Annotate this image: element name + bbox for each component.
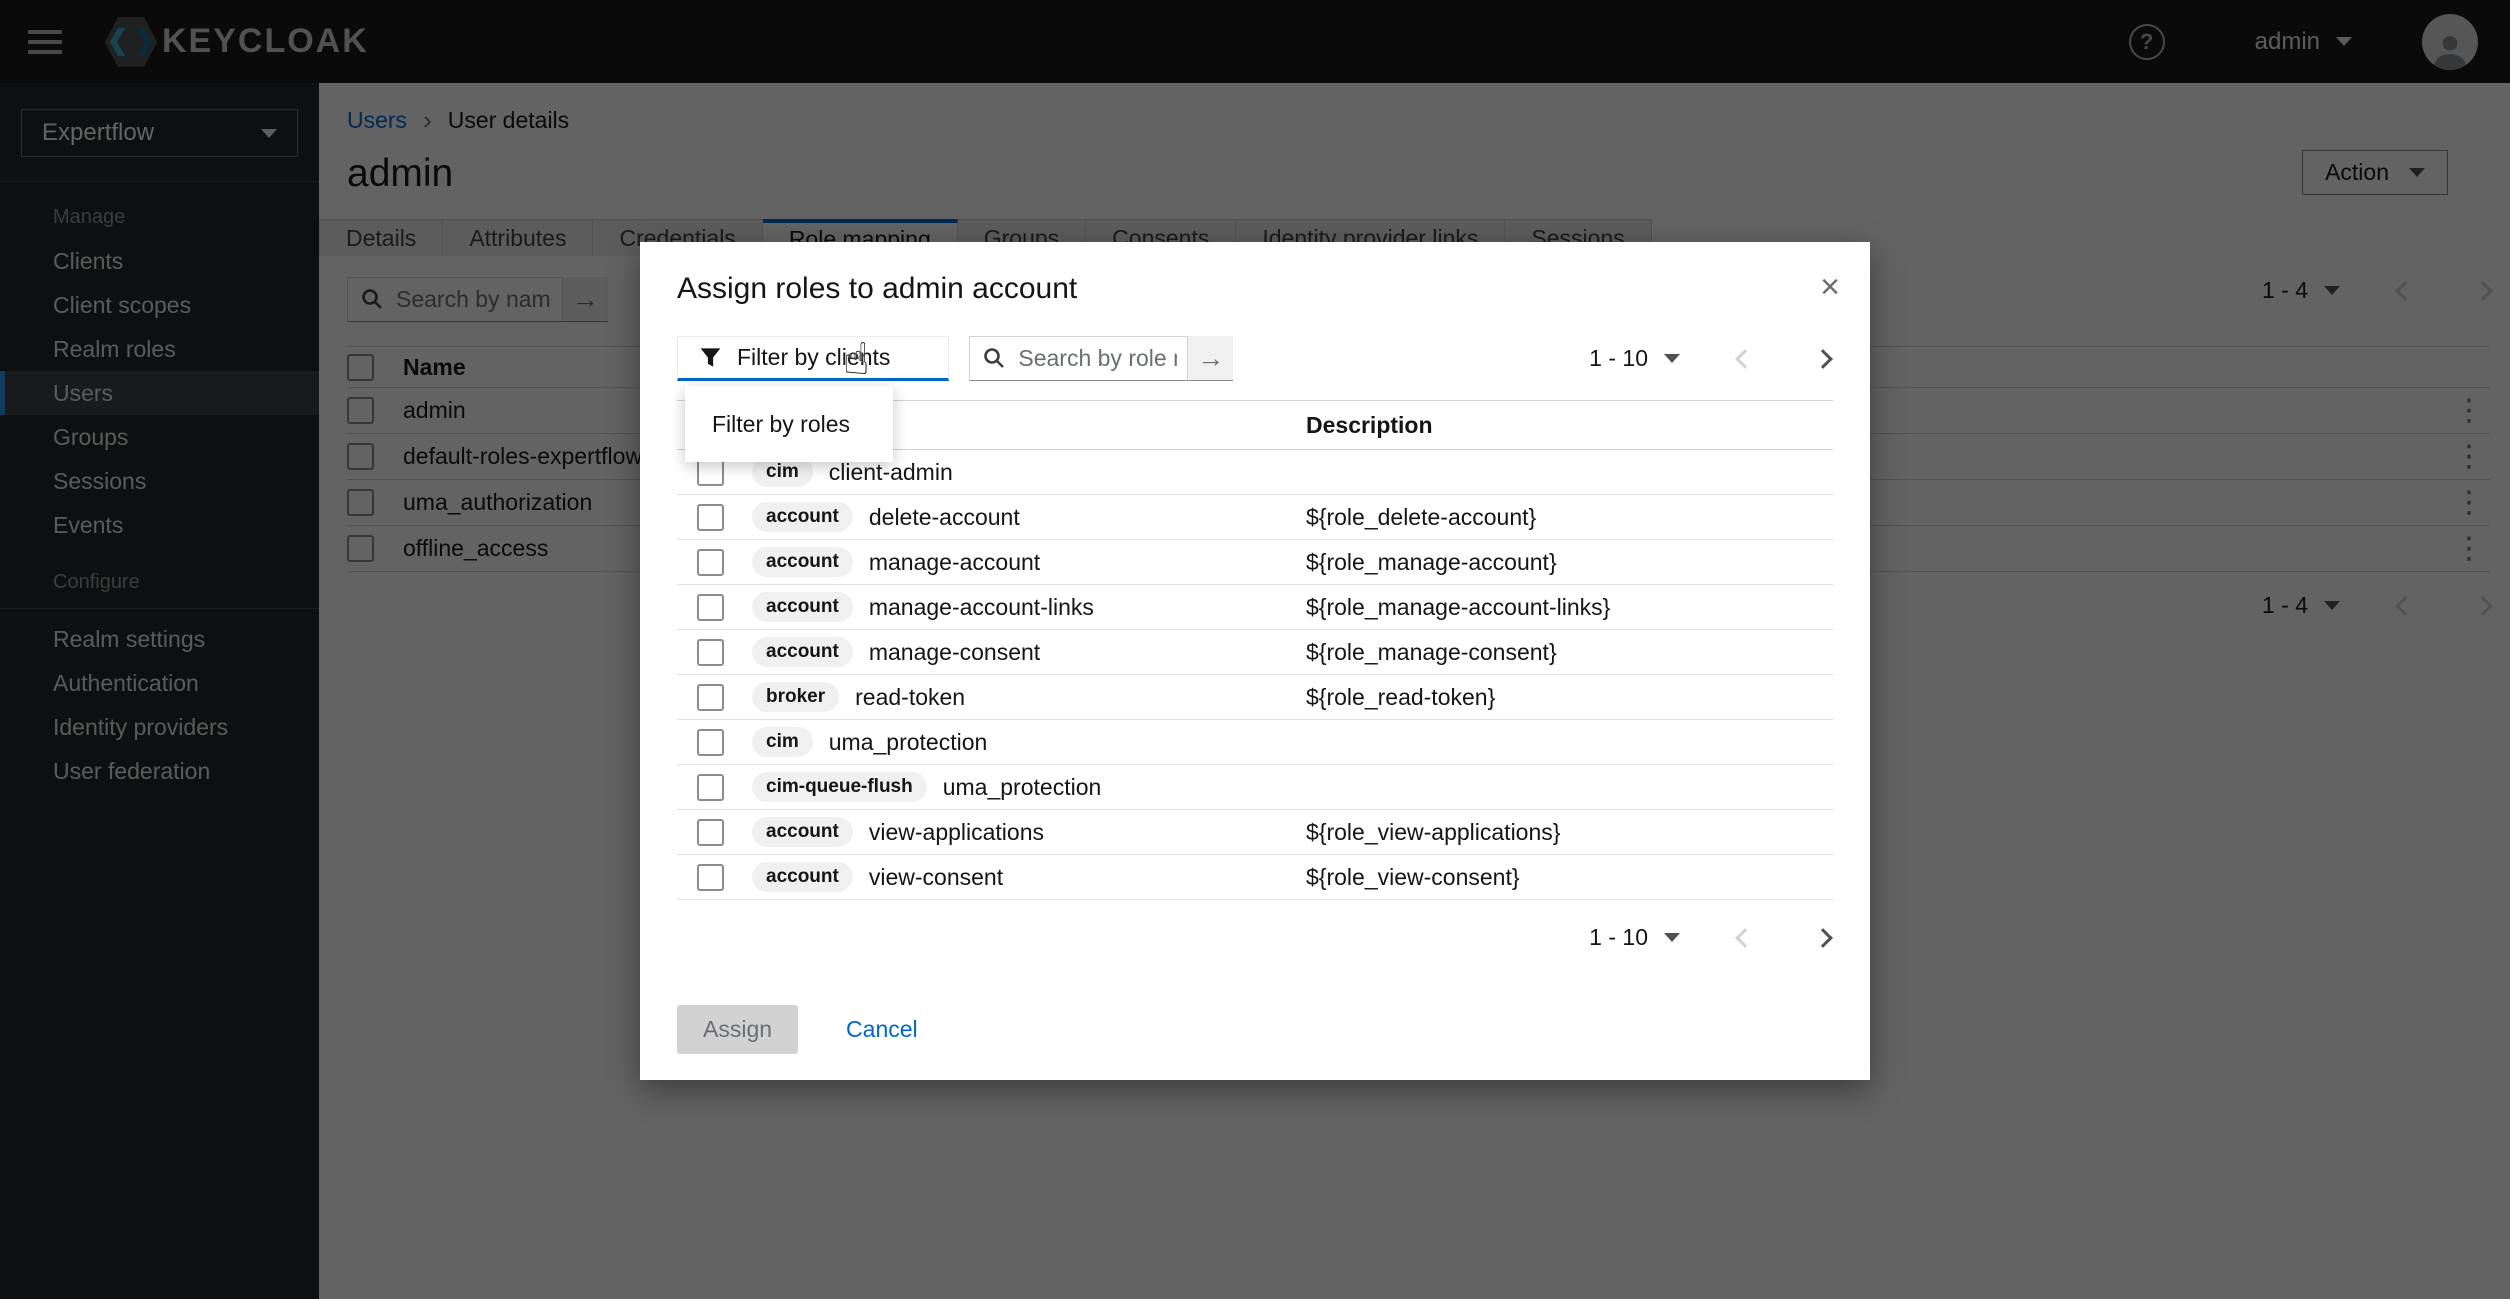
client-badge: broker: [752, 682, 839, 712]
pagination-range: 1 - 10: [1589, 345, 1648, 372]
role-name: manage-consent: [869, 639, 1040, 666]
role-description: ${role_view-consent}: [1306, 864, 1520, 891]
client-badge: account: [752, 502, 853, 532]
modal-pagination-bottom: 1 - 10: [1589, 924, 1830, 951]
role-search-submit-button[interactable]: →: [1188, 336, 1233, 381]
close-icon[interactable]: ×: [1820, 272, 1840, 302]
cancel-button[interactable]: Cancel: [846, 1016, 918, 1043]
modal-title: Assign roles to admin account: [677, 272, 1077, 306]
prev-page-icon[interactable]: [1735, 349, 1755, 369]
role-description: ${role_manage-account}: [1306, 549, 1557, 576]
assign-roles-modal: Assign roles to admin account × Filter b…: [640, 242, 1870, 1080]
role-checkbox[interactable]: [697, 504, 724, 531]
role-checkbox[interactable]: [697, 729, 724, 756]
client-badge: account: [752, 547, 853, 577]
role-row: account view-consent ${role_view-consent…: [677, 855, 1833, 900]
role-row: account view-applications ${role_view-ap…: [677, 810, 1833, 855]
chevron-down-icon[interactable]: [1664, 933, 1680, 942]
role-checkbox[interactable]: [697, 549, 724, 576]
chevron-down-icon[interactable]: [1664, 354, 1680, 363]
role-checkbox[interactable]: [697, 684, 724, 711]
role-checkbox[interactable]: [697, 864, 724, 891]
role-name: manage-account: [869, 549, 1040, 576]
role-name: delete-account: [869, 504, 1020, 531]
filter-menu-item-roles[interactable]: Filter by roles: [685, 386, 893, 462]
role-checkbox[interactable]: [697, 594, 724, 621]
role-description: ${role_manage-consent}: [1306, 639, 1557, 666]
client-badge: account: [752, 862, 853, 892]
prev-page-icon[interactable]: [1735, 928, 1755, 948]
role-row: account delete-account ${role_delete-acc…: [677, 495, 1833, 540]
role-row: cim-queue-flush uma_protection: [677, 765, 1833, 810]
role-name: view-consent: [869, 864, 1003, 891]
client-badge: account: [752, 592, 853, 622]
role-name: uma_protection: [943, 774, 1102, 801]
role-description: ${role_view-applications}: [1306, 819, 1560, 846]
description-column-header: Description: [1306, 412, 1433, 439]
client-badge: account: [752, 637, 853, 667]
role-checkbox[interactable]: [697, 639, 724, 666]
role-row: account manage-consent ${role_manage-con…: [677, 630, 1833, 675]
next-page-icon[interactable]: [1813, 349, 1833, 369]
client-badge: cim-queue-flush: [752, 772, 927, 802]
filter-by-clients-dropdown[interactable]: Filter by clients: [677, 336, 949, 381]
next-page-icon[interactable]: [1813, 928, 1833, 948]
client-badge: account: [752, 817, 853, 847]
search-icon: [982, 346, 1006, 375]
filter-icon: [700, 347, 721, 368]
role-row: broker read-token ${role_read-token}: [677, 675, 1833, 720]
search-by-role-name: →: [969, 336, 1233, 381]
pagination-range: 1 - 10: [1589, 924, 1648, 951]
role-row: cim uma_protection: [677, 720, 1833, 765]
role-name: read-token: [855, 684, 965, 711]
role-description: ${role_delete-account}: [1306, 504, 1536, 531]
role-checkbox[interactable]: [697, 459, 724, 486]
role-description: ${role_read-token}: [1306, 684, 1495, 711]
role-row: account manage-account ${role_manage-acc…: [677, 540, 1833, 585]
roles-table: Name Description cim client-admin accoun…: [677, 400, 1833, 900]
role-name: manage-account-links: [869, 594, 1094, 621]
role-row: account manage-account-links ${role_mana…: [677, 585, 1833, 630]
assign-button[interactable]: Assign: [677, 1005, 798, 1054]
client-badge: cim: [752, 727, 813, 757]
modal-pagination-top: 1 - 10: [1589, 345, 1830, 372]
role-name: uma_protection: [829, 729, 988, 756]
role-name: view-applications: [869, 819, 1044, 846]
role-checkbox[interactable]: [697, 774, 724, 801]
role-description: ${role_manage-account-links}: [1306, 594, 1610, 621]
role-checkbox[interactable]: [697, 819, 724, 846]
role-name: client-admin: [829, 459, 953, 486]
mouse-cursor-icon: ☝: [843, 334, 870, 385]
